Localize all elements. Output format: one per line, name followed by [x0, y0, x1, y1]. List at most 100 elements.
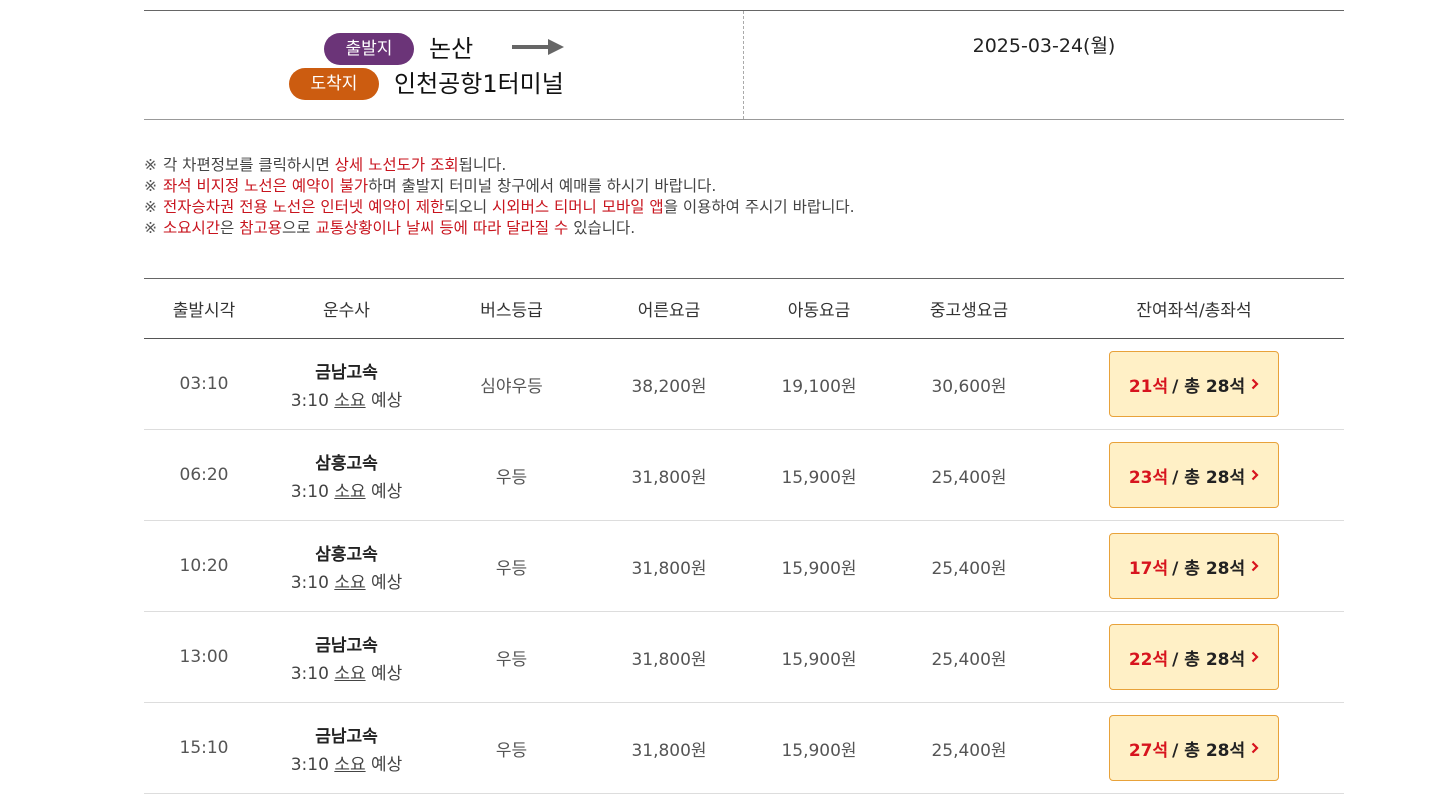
youth-fare: 25,400원: [931, 558, 1007, 579]
departure-date: 2025-03-24(월): [972, 35, 1116, 57]
seat-select-button[interactable]: 27석 / 총 28석: [1109, 715, 1279, 781]
table-row[interactable]: 13:00 금남고속 3:10 소요 예상 우등 31,800원 15,900원 25,40…: [144, 612, 1344, 703]
adult-fare: 38,200원: [631, 376, 707, 397]
youth-fare: 30,600원: [931, 376, 1007, 397]
company-info: 금남고속 3:10 소요 예상: [291, 358, 403, 411]
duration-value: 3:10: [290, 572, 329, 593]
notice-highlight: 참고용: [239, 219, 283, 237]
bus-class: 심야우등: [480, 376, 543, 397]
chevron-right-icon: [1251, 651, 1259, 663]
adult-fare: 31,800원: [631, 558, 707, 579]
table-row[interactable]: 06:20 삼흥고속 3:10 소요 예상 우등 31,800원 15,900원 25,40…: [144, 430, 1344, 521]
child-fare: 19,100원: [781, 376, 857, 397]
youth-fare: 25,400원: [931, 467, 1007, 488]
bus-class: 우등: [495, 649, 528, 670]
duration-suffix: 예상: [371, 390, 403, 411]
duration-value: 3:10: [290, 481, 329, 502]
departure-terminal: 논산: [429, 35, 474, 63]
duration-value: 3:10: [290, 390, 329, 411]
bus-class: 우등: [495, 558, 528, 579]
route-summary: 출발지 논산 도착지 인천공항1터미널 2025-03-24(월): [144, 10, 1344, 120]
bus-class: 우등: [495, 467, 528, 488]
seat-cell: 27석 / 총 28석: [1044, 703, 1344, 793]
company-cell: 삼흥고속 3:10 소요 예상: [264, 521, 429, 611]
child-fare: 15,900원: [781, 558, 857, 579]
company-name[interactable]: 삼흥고속: [315, 449, 378, 474]
duration-suffix: 예상: [371, 572, 403, 593]
notice-text: 있습니다.: [568, 219, 636, 237]
company-cell: 금남고속 3:10 소요 예상: [264, 703, 429, 793]
chevron-right-icon: [1251, 469, 1259, 481]
company-name[interactable]: 삼흥고속: [315, 540, 378, 565]
notice-highlight: 교통상황이나 날씨 등에 따라 달라질 수: [315, 219, 569, 237]
total-seats: / 총 28석: [1172, 467, 1246, 488]
depart-time: 03:10: [179, 374, 229, 394]
notice-highlight: 상세 노선도가 조회: [334, 156, 459, 174]
company-name[interactable]: 금남고속: [315, 358, 378, 383]
notice-text: 되오니: [444, 198, 493, 216]
duration-estimate: 3:10 소요 예상: [291, 477, 403, 502]
header-youth-fare: 중고생요금: [929, 301, 1009, 321]
route-date-panel: 2025-03-24(월): [744, 11, 1344, 119]
seat-cell: 21석 / 총 28석: [1044, 339, 1344, 429]
remaining-seats: 27석: [1128, 740, 1169, 761]
header-company: 운수사: [323, 301, 370, 321]
company-info: 금남고속 3:10 소요 예상: [291, 722, 403, 775]
company-cell: 삼흥고속 3:10 소요 예상: [264, 430, 429, 520]
remaining-seats: 22석: [1128, 649, 1169, 670]
duration-suffix: 예상: [371, 663, 403, 684]
child-fare: 15,900원: [781, 740, 857, 761]
child-fare: 15,900원: [781, 467, 857, 488]
notice-text: 으로: [282, 219, 316, 237]
duration-suffix: 예상: [371, 754, 403, 775]
duration-estimate: 3:10 소요 예상: [291, 750, 403, 775]
notice-highlight: 소요시간: [163, 219, 221, 237]
total-seats: / 총 28석: [1172, 740, 1246, 761]
notice-highlight: 좌석 비지정 노선은 예약이 불가: [163, 177, 369, 195]
duration-value: 3:10: [290, 754, 329, 775]
duration-value: 3:10: [290, 663, 329, 684]
table-header: 출발시각 운수사 버스등급 어른요금 아동요금 중고생요금 잔여좌석/총좌석: [144, 279, 1344, 339]
table-row[interactable]: 10:20 삼흥고속 3:10 소요 예상 우등 31,800원 15,900원 25,40…: [144, 521, 1344, 612]
notice-text: 각 차편정보를 클릭하시면: [163, 156, 335, 174]
company-name[interactable]: 금남고속: [315, 722, 378, 747]
timetable: 출발시각 운수사 버스등급 어른요금 아동요금 중고생요금 잔여좌석/총좌석 0…: [144, 278, 1344, 794]
youth-fare: 25,400원: [931, 740, 1007, 761]
table-row[interactable]: 03:10 금남고속 3:10 소요 예상 심야우등 38,200원 19,100원 30,…: [144, 339, 1344, 430]
adult-fare: 31,800원: [631, 467, 707, 488]
header-bus-class: 버스등급: [480, 301, 543, 321]
company-cell: 금남고속 3:10 소요 예상: [264, 339, 429, 429]
duration-estimate: 3:10 소요 예상: [291, 659, 403, 684]
notice-text: 하며 출발지 터미널 창구에서 예매를 하시기 바랍니다.: [368, 177, 717, 195]
arrival-terminal: 인천공항1터미널: [394, 70, 564, 98]
company-name[interactable]: 금남고속: [315, 631, 378, 656]
table-row[interactable]: 15:10 금남고속 3:10 소요 예상 우등 31,800원 15,900원 25,40…: [144, 703, 1344, 794]
duration-label: 소요: [334, 754, 366, 775]
seat-select-button[interactable]: 22석 / 총 28석: [1109, 624, 1279, 690]
seat-select-button[interactable]: 17석 / 총 28석: [1109, 533, 1279, 599]
company-cell: 금남고속 3:10 소요 예상: [264, 612, 429, 702]
notice-text: 을 이용하여 주시기 바랍니다.: [663, 198, 855, 216]
notice-highlight: 전자승차권 전용 노선은 인터넷 예약이 제한: [163, 198, 445, 216]
remaining-seats: 17석: [1128, 558, 1169, 579]
duration-suffix: 예상: [371, 481, 403, 502]
table-body: 03:10 금남고속 3:10 소요 예상 심야우등 38,200원 19,100원 30,…: [144, 339, 1344, 794]
youth-fare: 25,400원: [931, 649, 1007, 670]
chevron-right-icon: [1251, 742, 1259, 754]
duration-estimate: 3:10 소요 예상: [291, 568, 403, 593]
duration-label: 소요: [334, 481, 366, 502]
header-child-fare: 아동요금: [787, 301, 851, 321]
total-seats: / 총 28석: [1172, 376, 1246, 397]
chevron-right-icon: [1251, 378, 1259, 390]
bus-class: 우등: [495, 740, 528, 761]
depart-time: 10:20: [179, 556, 229, 576]
notice-mark: ※: [144, 177, 157, 195]
seat-cell: 23석 / 총 28석: [1044, 430, 1344, 520]
seat-select-button[interactable]: 21석 / 총 28석: [1109, 351, 1279, 417]
total-seats: / 총 28석: [1172, 649, 1246, 670]
adult-fare: 31,800원: [631, 649, 707, 670]
depart-time: 15:10: [179, 738, 229, 758]
notice-text: 은: [220, 219, 240, 237]
seat-select-button[interactable]: 23석 / 총 28석: [1109, 442, 1279, 508]
child-fare: 15,900원: [781, 649, 857, 670]
